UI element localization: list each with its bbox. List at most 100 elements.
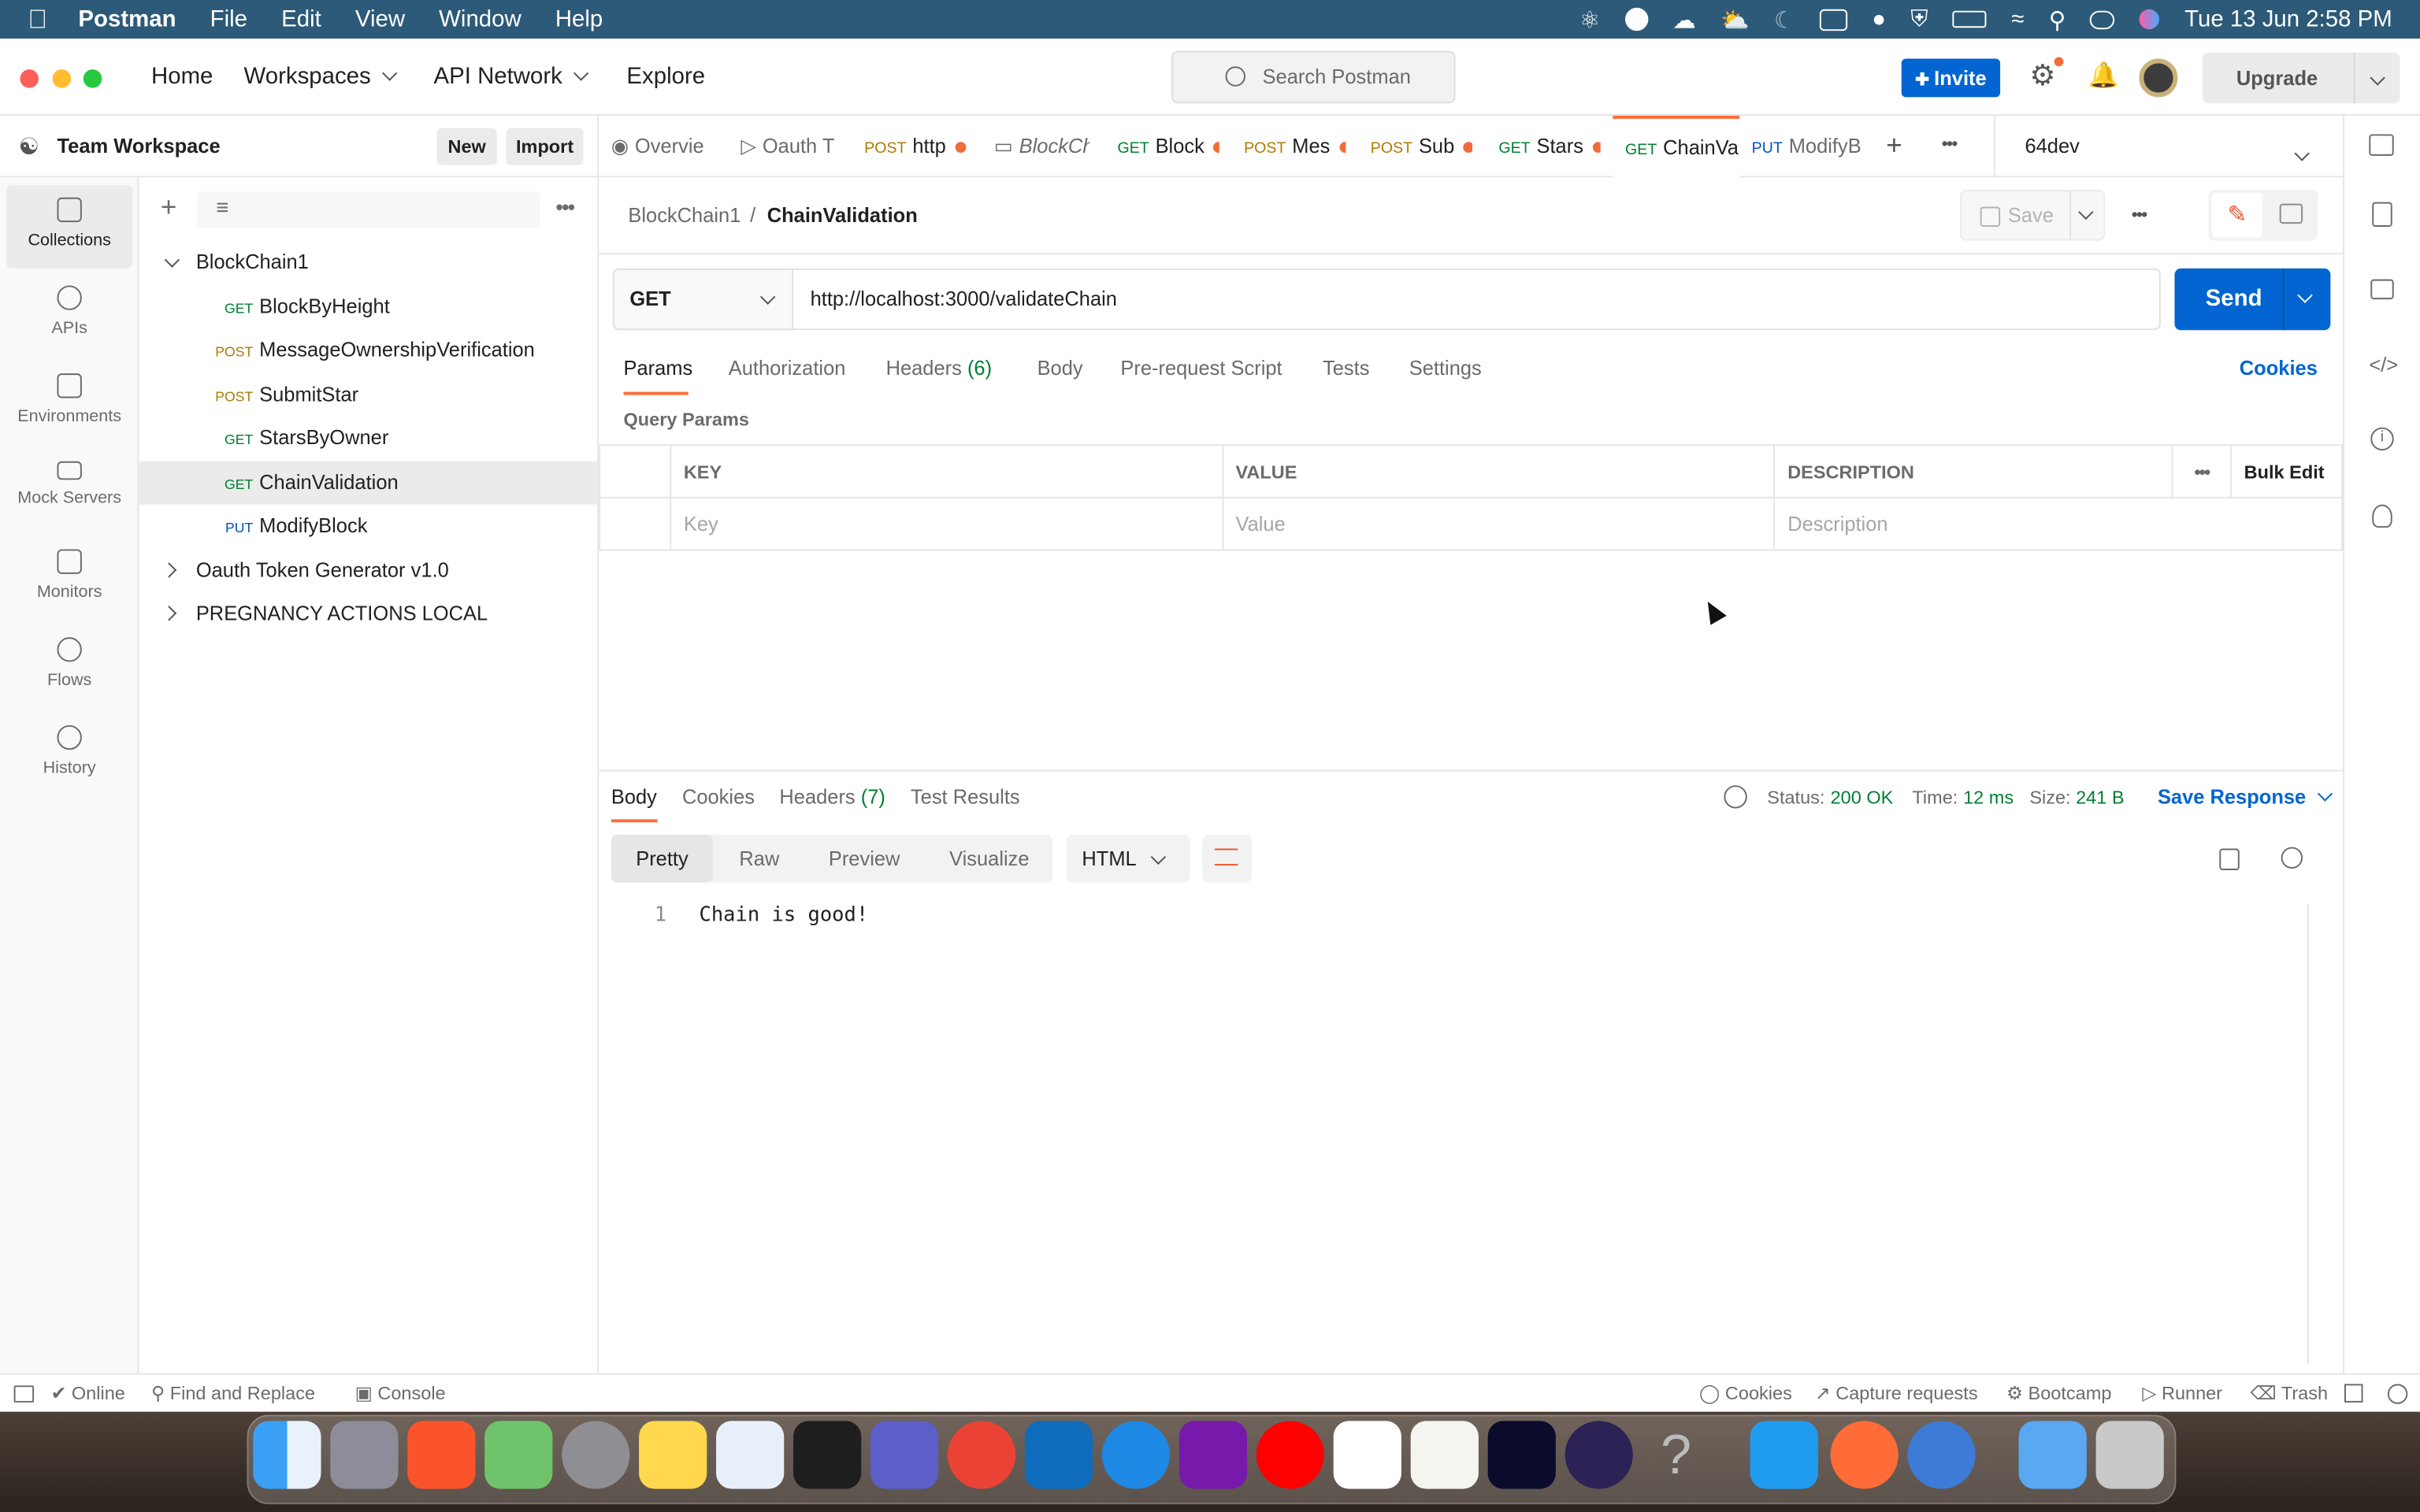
environment-quicklook-icon[interactable] [2369, 134, 2394, 156]
response-tab-test-results[interactable]: Test Results [911, 785, 1020, 808]
cookies-button[interactable]: ◯ Cookies [1699, 1382, 1792, 1403]
tab-params[interactable]: Params [624, 357, 693, 380]
save-response-button[interactable]: Save Response [2158, 785, 2333, 809]
tab-tests[interactable]: Tests [1323, 357, 1369, 380]
tab-pre-request-script[interactable]: Pre-request Script [1120, 357, 1282, 380]
unknown-app-question-icon[interactable]: ? [1642, 1421, 1710, 1488]
documentation-icon[interactable] [2372, 202, 2392, 228]
cookies-link[interactable]: Cookies [2240, 357, 2318, 380]
info-icon[interactable]: i [2370, 427, 2394, 451]
menu-window[interactable]: Window [439, 6, 521, 32]
terminal-icon[interactable] [793, 1421, 862, 1489]
finder-icon[interactable] [253, 1421, 321, 1489]
code-icon[interactable]: </> [2369, 354, 2398, 376]
menu-edit[interactable]: Edit [281, 6, 321, 32]
control-center-icon[interactable] [2090, 9, 2116, 29]
tab-oauth[interactable]: ▷ Oauth T [740, 116, 839, 177]
freeform-icon[interactable] [716, 1421, 785, 1489]
menu-view[interactable]: View [355, 6, 405, 32]
chevron-down-icon[interactable] [2294, 146, 2310, 161]
collection-blockchain1[interactable]: BlockChain1 [139, 241, 597, 284]
nav-home[interactable]: Home [151, 63, 213, 89]
settings-gear-icon[interactable]: ⚙ [2029, 58, 2055, 94]
globe-icon[interactable]: ● [1872, 6, 1886, 32]
request-item[interactable]: PUT ModifyBlock [139, 505, 597, 548]
rail-apis[interactable]: APIs [6, 273, 133, 357]
tab-body[interactable]: Body [1037, 357, 1083, 380]
lightbulb-icon[interactable] [2372, 504, 2392, 528]
tab-get-chainvalidation-active[interactable]: GET ChainVa [1613, 115, 1740, 178]
copy-icon[interactable] [2219, 848, 2240, 870]
tab-get-stars[interactable]: GET Stars [1498, 116, 1601, 177]
editor-scrollbar-track[interactable] [2307, 904, 2309, 1364]
request-more-icon[interactable]: ••• [2132, 204, 2148, 225]
collection-oauth[interactable]: Oauth Token Generator v1.0 [139, 549, 597, 592]
tab-authorization[interactable]: Authorization [729, 357, 846, 380]
bulk-edit-button[interactable]: Bulk Edit [2230, 444, 2344, 498]
menu-app-name[interactable]: Postman [78, 6, 176, 32]
vscode-insiders-icon[interactable] [1750, 1421, 1818, 1489]
runner-button[interactable]: ▷ Runner [2142, 1382, 2222, 1403]
minimize-window-button[interactable] [52, 69, 72, 88]
vscode-icon[interactable] [1333, 1421, 1401, 1489]
find-replace-button[interactable]: ⚲ Find and Replace [151, 1382, 315, 1403]
column-options-icon[interactable]: ••• [2171, 444, 2233, 498]
save-button[interactable]: Save [1960, 189, 2106, 241]
language-select[interactable]: HTML [1066, 834, 1190, 883]
search-response-icon[interactable] [2281, 847, 2303, 869]
format-raw[interactable]: Raw [713, 835, 806, 883]
outlook-icon[interactable] [1024, 1421, 1093, 1489]
comments-icon[interactable] [2370, 279, 2394, 300]
eclipse-icon[interactable] [1564, 1421, 1633, 1489]
intellij-icon[interactable] [1487, 1421, 1556, 1489]
rail-collections[interactable]: Collections [6, 185, 133, 269]
workspace-name[interactable]: Team Workspace [57, 134, 220, 157]
network-globe-icon[interactable] [1724, 785, 1747, 809]
rail-flows[interactable]: Flows [6, 624, 133, 708]
new-tab-plus-icon[interactable]: + [1886, 130, 1902, 162]
textedit-icon[interactable] [1410, 1421, 1479, 1489]
postman-icon[interactable] [1830, 1421, 1899, 1489]
url-input[interactable]: http://localhost:3000/validateChain [793, 268, 2161, 331]
rail-history[interactable]: History [6, 713, 133, 796]
chevron-down-icon[interactable] [2297, 287, 2313, 303]
youtube-icon[interactable] [1256, 1421, 1324, 1489]
blockchain-app-icon[interactable] [1907, 1421, 1976, 1489]
tab-put-modify[interactable]: PUT ModifyB [1752, 116, 1866, 177]
value-input[interactable]: Value [1221, 496, 1776, 551]
request-item[interactable]: POST SubmitStar [139, 373, 597, 417]
notes-icon[interactable] [639, 1421, 707, 1489]
grammarly-icon[interactable] [1624, 7, 1648, 32]
rail-environments[interactable]: Environments [6, 361, 133, 444]
onenote-icon[interactable] [1178, 1421, 1248, 1489]
response-tab-cookies[interactable]: Cookies [682, 785, 755, 808]
breadcrumb-parent[interactable]: BlockChain1 [628, 204, 740, 227]
launchpad-icon[interactable] [330, 1421, 399, 1489]
new-button[interactable]: New [436, 128, 497, 165]
moon-icon[interactable]: ☾ [1774, 6, 1795, 33]
nav-explore[interactable]: Explore [626, 63, 705, 89]
tab-overview[interactable]: ◉ Overvie [611, 116, 729, 177]
rail-monitors[interactable]: Monitors [6, 537, 133, 621]
teams-icon[interactable] [870, 1421, 939, 1489]
tab-headers[interactable]: Headers (6) [886, 357, 993, 380]
size-value[interactable]: 241 B [2076, 787, 2124, 808]
atom-icon[interactable]: ⚛ [1579, 6, 1600, 33]
nav-api-network[interactable]: API Network [434, 63, 590, 90]
import-button[interactable]: Import [506, 128, 584, 165]
tab-settings[interactable]: Settings [1409, 357, 1482, 380]
menu-help[interactable]: Help [555, 6, 603, 32]
trash-bin-icon[interactable] [2095, 1421, 2164, 1489]
chevron-down-icon[interactable] [2078, 204, 2094, 220]
request-item[interactable]: GET BlockByHeight [139, 285, 597, 328]
help-icon[interactable] [2387, 1384, 2408, 1404]
bell-icon[interactable]: 🔔 [2088, 60, 2119, 91]
clock[interactable]: Tue 13 Jun 2:58 PM [2184, 6, 2392, 32]
two-pane-icon[interactable] [2344, 1384, 2363, 1403]
response-tab-headers[interactable]: Headers (7) [779, 785, 885, 808]
spotlight-icon[interactable]: ⚲ [2049, 6, 2066, 33]
tab-blockchain[interactable]: ▭ BlockCh [994, 116, 1089, 177]
request-item[interactable]: POST MessageOwnershipVerification [139, 328, 597, 372]
wifi-icon[interactable]: ≈ [2011, 6, 2024, 32]
send-button[interactable]: Send [2174, 268, 2331, 331]
